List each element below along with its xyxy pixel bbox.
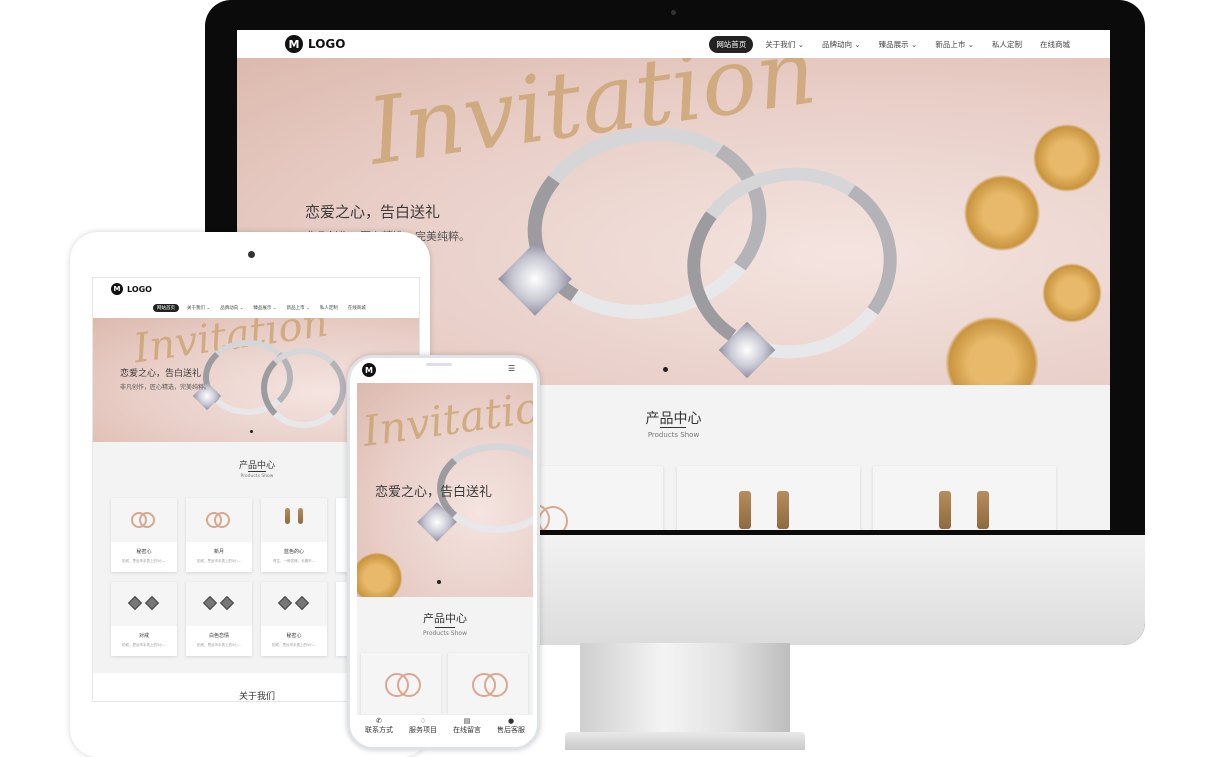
nav-brand-news[interactable]: 品牌动向 ⌄	[220, 305, 243, 311]
nav-custom[interactable]: 私人定制	[992, 39, 1022, 50]
product-image	[111, 582, 177, 626]
site-logo[interactable]: M LOGO	[285, 35, 345, 53]
nav-shop[interactable]: 在线商城	[348, 305, 366, 311]
gold-flower-decoration	[937, 308, 1047, 385]
product-desc: 铂戒，思远市手表上的5小...	[271, 643, 317, 647]
product-card[interactable]: 蓝色的心 再生，一种恋情，长期市...	[261, 498, 327, 572]
desktop-nav-menu: 网站首页 关于我们 ⌄ 品牌动向 ⌄ 臻品展示 ⌄ 新品上市 ⌄ 私人定制 在线…	[709, 35, 1070, 53]
product-image	[111, 498, 177, 542]
carousel-dot[interactable]	[663, 367, 668, 372]
product-name: 秘密心	[136, 549, 152, 555]
tablet-navbar: M LOGO 网站首页 关于我们 ⌄ 品牌动向 ⌄ 臻品展示 ⌄ 新品上市 ⌄ …	[93, 278, 419, 318]
gold-flower-decoration	[357, 548, 407, 597]
product-card[interactable]: 秘密心 铂戒，思远市手表上的5小...	[261, 582, 327, 656]
logo-icon: M	[362, 363, 376, 377]
product-card[interactable]: 新月 铂戒，思远市手表上的5小...	[186, 498, 252, 572]
nav-brand-news[interactable]: 品牌动向 ⌄	[822, 39, 861, 50]
product-name: 白色恋情	[208, 633, 229, 639]
product-image	[261, 498, 327, 542]
message-icon: ▤	[463, 717, 471, 725]
gold-flower-decoration	[957, 168, 1047, 258]
hero-title: 恋爱之心，告白送礼	[375, 485, 493, 500]
nav-new-products[interactable]: 新品上市 ⌄	[935, 39, 974, 50]
diamond-icon: ♢	[419, 717, 427, 725]
product-desc: 再生，一种恋情，长期市...	[273, 559, 315, 563]
tablet-nav-menu: 网站首页 关于我们 ⌄ 品牌动向 ⌄ 臻品展示 ⌄ 新品上市 ⌄ 私人定制 在线…	[153, 304, 366, 312]
tab-label: 售后客服	[497, 726, 525, 734]
nav-shop[interactable]: 在线商城	[1040, 39, 1070, 50]
nav-home[interactable]: 网站首页	[709, 35, 754, 53]
tab-contact[interactable]: ✆ 联系方式	[357, 715, 401, 740]
nav-about[interactable]: 关于我们 ⌄	[187, 305, 210, 311]
product-card[interactable]: 白色恋情 铂戒，思远市手表上的5小...	[186, 582, 252, 656]
logo-icon: M	[285, 35, 303, 53]
products-title: 产品中心	[423, 612, 467, 625]
nav-new-products[interactable]: 新品上市 ⌄	[287, 305, 310, 311]
phone-header	[357, 375, 533, 383]
nav-custom[interactable]: 私人定制	[320, 305, 338, 311]
product-name: 对戒	[138, 633, 149, 639]
product-card[interactable]	[677, 466, 860, 530]
product-card[interactable]: 秘密心 铂戒，思远市手表上的5小...	[111, 498, 177, 572]
gold-flower-decoration	[1027, 118, 1107, 198]
product-card[interactable]	[361, 653, 441, 723]
hero-banner: Invitation 恋爱之心，告白送礼	[357, 383, 533, 597]
phone-notch	[392, 358, 492, 376]
product-name: 秘密心	[286, 633, 302, 639]
carousel-dot[interactable]	[437, 580, 441, 584]
site-logo[interactable]: M	[362, 363, 378, 377]
logo-icon: M	[111, 283, 123, 295]
webcam	[671, 10, 676, 15]
product-desc: 铂戒，思远市手表上的5小...	[121, 559, 167, 563]
product-card[interactable]: 对戒 铂戒，思远市手表上的5小...	[111, 582, 177, 656]
tab-support[interactable]: ● 售后客服	[489, 715, 533, 740]
title-underline	[660, 427, 686, 428]
carousel-dot[interactable]	[250, 430, 253, 433]
product-card[interactable]	[873, 466, 1056, 530]
desktop-navbar: M LOGO 网站首页 关于我们 ⌄ 品牌动向 ⌄ 臻品展示 ⌄ 新品上市 ⌄ …	[237, 30, 1110, 58]
product-name: 蓝色的心	[283, 549, 304, 555]
nav-about[interactable]: 关于我们 ⌄	[765, 39, 804, 50]
tab-message[interactable]: ▤ 在线留言	[445, 715, 489, 740]
phone-screen: Invitation 恋爱之心，告白送礼 产品中心 Products Show …	[357, 375, 533, 740]
product-image	[261, 582, 327, 626]
gold-flower-decoration	[1037, 258, 1107, 328]
bell-icon: ●	[507, 717, 515, 725]
site-logo[interactable]: M LOGO	[111, 283, 152, 295]
product-desc: 铂戒，思远市手表上的5小...	[196, 643, 242, 647]
products-subtitle: Products Show	[422, 630, 467, 637]
monitor-stand-base	[565, 732, 805, 750]
phone-speaker	[426, 363, 452, 366]
menu-icon[interactable]: ☰	[508, 364, 515, 373]
hero-title: 恋爱之心，告白送礼	[120, 369, 202, 379]
product-image	[186, 582, 252, 626]
nav-showcase[interactable]: 臻品展示 ⌄	[879, 39, 918, 50]
hero-title: 恋爱之心，告白送礼	[305, 203, 441, 221]
nav-home[interactable]: 网站首页	[153, 304, 179, 312]
tab-label: 在线留言	[453, 726, 481, 734]
title-underline	[248, 471, 266, 472]
phone-mockup: Invitation 恋爱之心，告白送礼 产品中心 Products Show …	[347, 355, 540, 750]
phone-icon: ✆	[376, 717, 382, 725]
logo-text: LOGO	[308, 37, 346, 51]
product-desc: 铂戒，思远市手表上的5小...	[121, 643, 167, 647]
product-card[interactable]	[448, 653, 528, 723]
title-underline	[435, 627, 455, 628]
tab-label: 服务项目	[409, 726, 437, 734]
logo-text: LOGO	[127, 284, 152, 294]
ring-image	[261, 348, 346, 428]
product-name: 新月	[213, 549, 224, 555]
product-desc: 铂戒，思远市手表上的5小...	[196, 559, 242, 563]
hero-subtitle: 非凡创作，匠心精选，完美纯粹。	[120, 384, 211, 391]
phone-bottom-tabbar: ✆ 联系方式 ♢ 服务项目 ▤ 在线留言 ● 售后客服	[357, 714, 533, 740]
tab-services[interactable]: ♢ 服务项目	[401, 715, 445, 740]
tablet-camera	[248, 251, 255, 258]
nav-showcase[interactable]: 臻品展示 ⌄	[253, 305, 276, 311]
product-image	[186, 498, 252, 542]
tab-label: 联系方式	[365, 726, 393, 734]
